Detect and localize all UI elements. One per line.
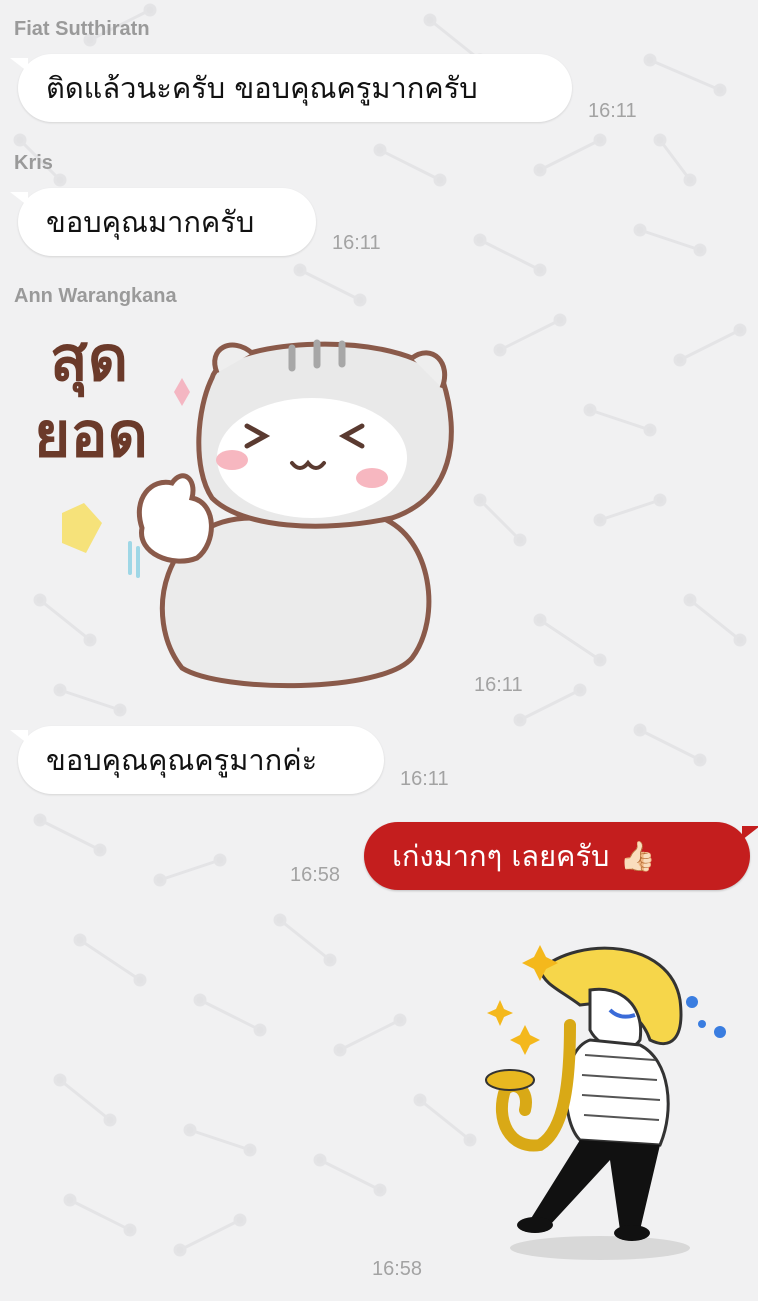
message-text: ขอบคุณคุณครูมากค่ะ xyxy=(46,743,318,777)
message-text: ขอบคุณมากครับ xyxy=(46,205,255,239)
message-timestamp: 16:58 xyxy=(290,864,341,886)
message-timestamp: 16:11 xyxy=(474,674,523,696)
saxophone-player-icon xyxy=(485,945,726,1260)
message-timestamp: 16:11 xyxy=(332,232,381,254)
message-bubble-incoming[interactable]: ขอบคุณคุณครูมากค่ะ xyxy=(10,726,384,794)
message-timestamp: 16:58 xyxy=(372,1258,423,1280)
sticker-text: สุด xyxy=(50,322,129,395)
message-timestamp: 16:11 xyxy=(588,100,637,122)
message-bubble-outgoing[interactable]: เก่งมากๆ เลยครับ 👍🏻 xyxy=(364,822,758,890)
thumbs-up-icon: 👍🏻 xyxy=(619,838,656,873)
sender-name: Fiat Sutthiratn xyxy=(14,18,150,40)
cat-sticker[interactable]: สุด ยอด xyxy=(22,318,472,698)
message-bubble-incoming[interactable]: ติดแล้วนะครับ ขอบคุณครูมากครับ xyxy=(10,54,572,122)
message-text: ติดแล้วนะครับ ขอบคุณครูมากครับ xyxy=(46,71,478,105)
message-text: เก่งมากๆ เลยครับ xyxy=(392,839,610,873)
sender-name: Ann Warangkana xyxy=(14,285,177,307)
message-bubble-incoming[interactable]: ขอบคุณมากครับ xyxy=(10,188,316,256)
saxophone-player-sticker[interactable] xyxy=(470,930,740,1270)
message-timestamp: 16:11 xyxy=(400,768,449,790)
sticker-text: ยอด xyxy=(34,398,148,471)
sender-name: Kris xyxy=(14,152,53,174)
